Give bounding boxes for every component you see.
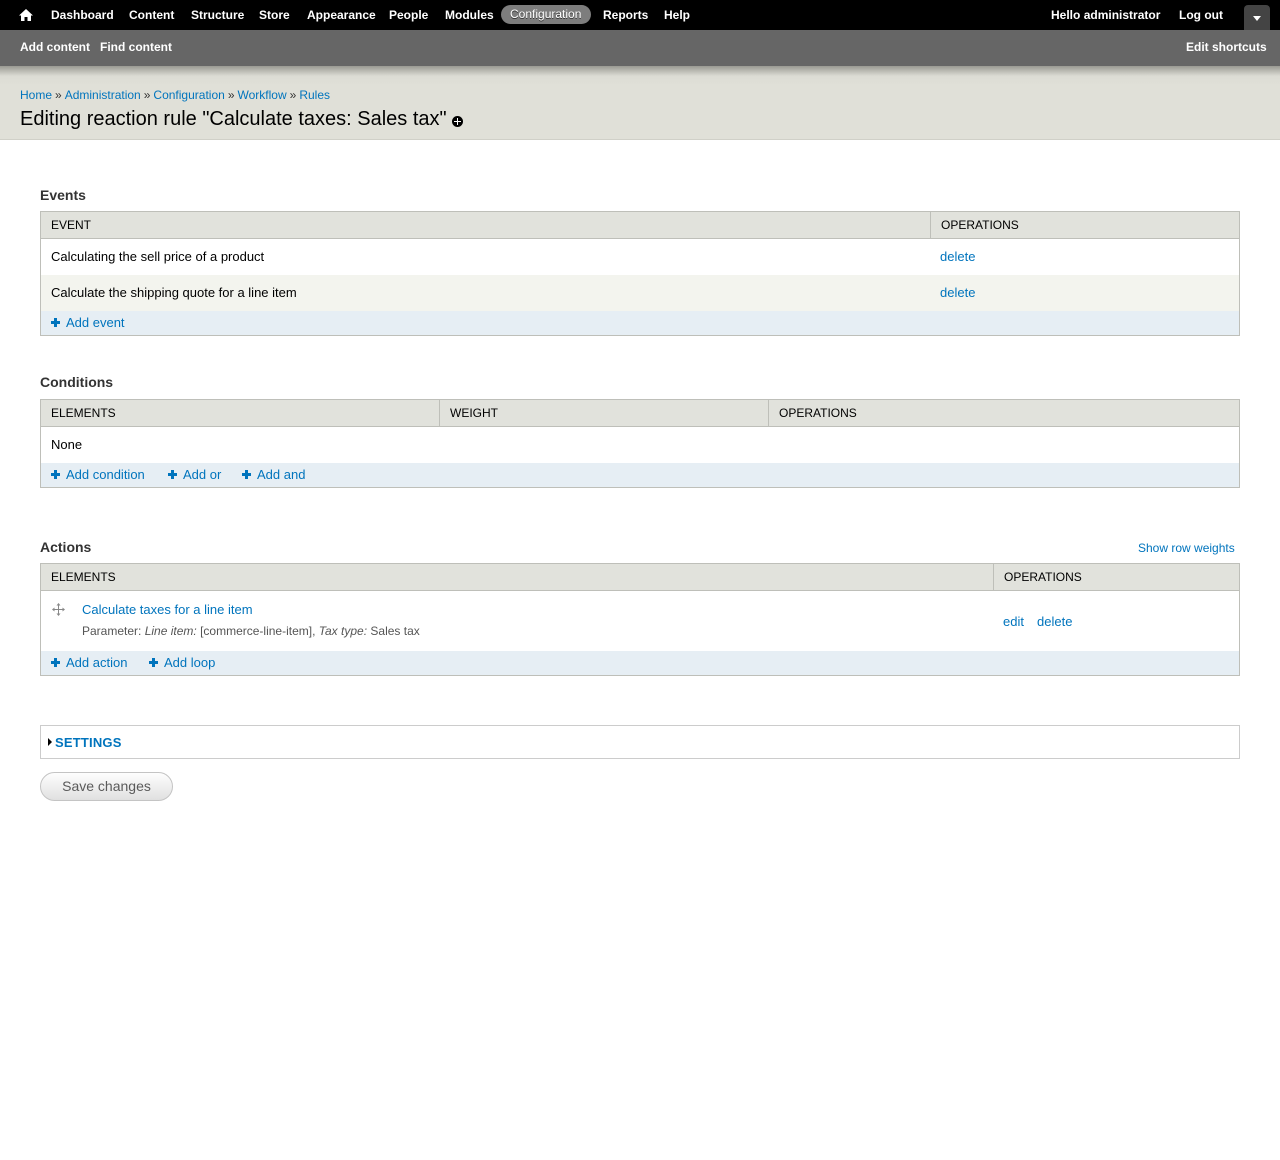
param-tax-type-value: Sales tax [370, 624, 420, 638]
add-or-link[interactable]: Add or [168, 467, 221, 482]
settings-fieldset[interactable]: SETTINGS [40, 725, 1240, 759]
param-line-item-name: Line item: [144, 624, 197, 638]
event-label: Calculate the shipping quote for a line … [51, 285, 297, 300]
column-header-event: EVENT [51, 218, 92, 232]
breadcrumb-separator: » [289, 88, 297, 102]
param-tax-type-name: Tax type: [318, 624, 368, 638]
breadcrumb-administration[interactable]: Administration [65, 88, 141, 102]
home-icon[interactable] [18, 7, 34, 23]
settings-legend[interactable]: SETTINGS [55, 735, 122, 750]
save-changes-button[interactable]: Save changes [40, 772, 173, 801]
menu-configuration[interactable]: Configuration [501, 5, 592, 24]
page-header: Home» Administration» Configuration» Workfl… [0, 66, 1280, 140]
username-link[interactable]: administrator [1084, 8, 1161, 22]
empty-conditions-text: None [51, 437, 83, 452]
table-row: Calculate the shipping quote for a line … [41, 275, 1239, 311]
plus-icon [51, 658, 60, 667]
plus-icon [51, 318, 60, 327]
breadcrumb-separator: » [143, 88, 151, 102]
breadcrumb-separator: » [55, 88, 62, 102]
menu-content[interactable]: Content [129, 8, 174, 22]
add-condition-label: Add condition [66, 467, 145, 482]
conditions-add-bar: Add condition Add or Add and [41, 463, 1239, 487]
delete-event-link[interactable]: delete [940, 285, 975, 300]
add-and-label: Add and [257, 467, 306, 482]
breadcrumb-separator: » [227, 88, 235, 102]
plus-icon [242, 470, 251, 479]
add-condition-link[interactable]: Add condition [51, 467, 145, 482]
add-or-label: Add or [183, 467, 222, 482]
column-header-operations: OPERATIONS [993, 564, 1239, 590]
actions-table-header: ELEMENTS OPERATIONS [41, 564, 1239, 591]
plus-icon [149, 658, 158, 667]
column-header-elements: ELEMENTS [51, 406, 116, 420]
hello-prefix: Hello [1051, 8, 1081, 22]
param-line-item-value: [commerce-line-item], [200, 624, 316, 638]
shortcut-add-content[interactable]: Add content [20, 40, 90, 54]
add-action-link[interactable]: Add action [51, 655, 127, 670]
add-event-link[interactable]: Add event [51, 315, 125, 330]
events-table-header: EVENT OPERATIONS [41, 212, 1239, 239]
param-prefix: Parameter: [82, 624, 142, 638]
menu-appearance[interactable]: Appearance [307, 8, 376, 22]
add-and-link[interactable]: Add and [242, 467, 305, 482]
events-add-bar: Add event [41, 311, 1239, 335]
add-event-label: Add event [66, 315, 125, 330]
column-header-operations: OPERATIONS [930, 212, 1239, 238]
menu-people[interactable]: People [389, 8, 428, 22]
actions-table: ELEMENTS OPERATIONS Calculate taxes for … [40, 563, 1240, 676]
breadcrumb-configuration[interactable]: Configuration [153, 88, 224, 102]
breadcrumb-workflow[interactable]: Workflow [238, 88, 287, 102]
shortcuts-bar: Add content Find content Edit shortcuts [0, 30, 1280, 66]
menu-help[interactable]: Help [664, 8, 690, 22]
plus-icon [51, 470, 60, 479]
add-loop-label: Add loop [164, 655, 216, 670]
actions-add-bar: Add action Add loop [41, 651, 1239, 675]
menu-store[interactable]: Store [259, 8, 290, 22]
collapse-triangle-icon [48, 738, 52, 746]
column-header-elements: ELEMENTS [51, 570, 116, 584]
menu-structure[interactable]: Structure [191, 8, 244, 22]
add-loop-link[interactable]: Add loop [149, 655, 215, 670]
event-label: Calculating the sell price of a product [51, 249, 265, 264]
shortcut-find-content[interactable]: Find content [100, 40, 172, 54]
actions-title: Actions [40, 539, 92, 555]
page-title: Editing reaction rule "Calculate taxes: … [20, 108, 447, 130]
delete-event-link[interactable]: delete [940, 249, 975, 264]
conditions-table: ELEMENTS WEIGHT OPERATIONS None Add cond… [40, 399, 1240, 488]
delete-action-link[interactable]: delete [1037, 614, 1072, 629]
action-calculate-taxes-link[interactable]: Calculate taxes for a line item [82, 602, 253, 617]
drag-handle-icon[interactable] [52, 603, 65, 616]
show-row-weights-link[interactable]: Show row weights [1138, 541, 1235, 555]
table-row: Calculating the sell price of a product … [41, 239, 1239, 275]
events-title: Events [40, 187, 86, 203]
events-table: EVENT OPERATIONS Calculating the sell pr… [40, 211, 1240, 336]
conditions-table-header: ELEMENTS WEIGHT OPERATIONS [41, 400, 1239, 427]
menu-modules[interactable]: Modules [445, 8, 494, 22]
column-header-operations: OPERATIONS [768, 400, 1239, 426]
shortcuts-toggle-icon[interactable] [1244, 5, 1270, 30]
plus-icon [168, 470, 177, 479]
add-action-label: Add action [66, 655, 128, 670]
conditions-title: Conditions [40, 374, 114, 390]
breadcrumb: Home» Administration» Configuration» Workfl… [20, 88, 330, 102]
table-row: None [41, 427, 1239, 463]
menu-dashboard[interactable]: Dashboard [51, 8, 114, 22]
column-header-weight: WEIGHT [439, 400, 768, 426]
action-parameters: Parameter: Line item: [commerce-line-ite… [82, 624, 420, 638]
edit-action-link[interactable]: edit [1003, 614, 1024, 629]
edit-shortcuts-link[interactable]: Edit shortcuts [1186, 40, 1267, 54]
add-shortcut-icon[interactable] [452, 116, 463, 127]
breadcrumb-home[interactable]: Home [20, 88, 52, 102]
logout-link[interactable]: Log out [1179, 8, 1223, 22]
admin-toolbar: Dashboard Content Structure Store Appear… [0, 0, 1280, 30]
user-greeting: Hello administrator [1051, 8, 1160, 22]
breadcrumb-rules[interactable]: Rules [299, 88, 330, 102]
table-row: Calculate taxes for a line item Paramete… [41, 591, 1239, 651]
menu-reports[interactable]: Reports [603, 8, 648, 22]
